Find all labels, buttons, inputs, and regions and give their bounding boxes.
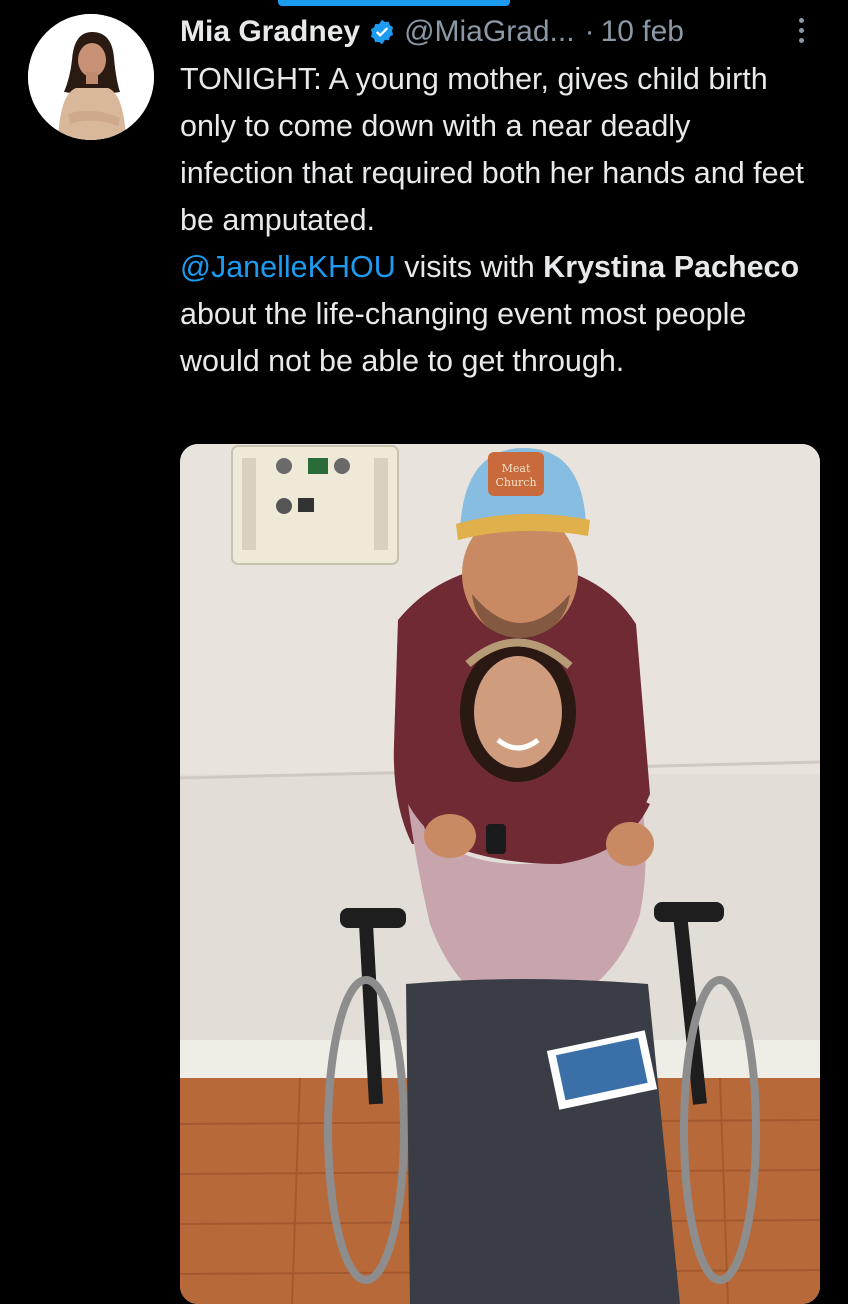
tweet-header: Mia Gradney @MiaGrad... · 10 feb: [180, 10, 820, 54]
more-vertical-icon[interactable]: [790, 10, 812, 50]
cap-patch-text: Meat: [502, 462, 531, 475]
author-display-name[interactable]: Mia Gradney: [180, 15, 360, 49]
photo-illustration: Meat Church: [180, 444, 820, 1304]
mention-link[interactable]: @JanelleKHOU: [180, 250, 396, 284]
tweet-text-outro: about the life-changing event most peopl…: [180, 297, 747, 378]
tweet-text-intro: TONIGHT: A young mother, gives child bir…: [180, 62, 804, 237]
verified-badge-icon: [368, 18, 396, 46]
separator-dot: ·: [584, 15, 595, 48]
top-scroll-indicator: [278, 0, 510, 6]
avatar-photo: [28, 14, 154, 140]
author-avatar[interactable]: [28, 14, 154, 140]
tweet-body: TONIGHT: A young mother, gives child bir…: [180, 56, 810, 385]
tweet-bold-name: Krystina Pacheco: [543, 250, 800, 284]
tweet-text-middle: visits with: [395, 250, 544, 284]
svg-text:Church: Church: [495, 476, 536, 489]
tweet-date[interactable]: 10 feb: [601, 15, 684, 49]
tweet-photo[interactable]: Meat Church: [180, 444, 820, 1304]
author-handle[interactable]: @MiaGrad...: [404, 15, 575, 49]
